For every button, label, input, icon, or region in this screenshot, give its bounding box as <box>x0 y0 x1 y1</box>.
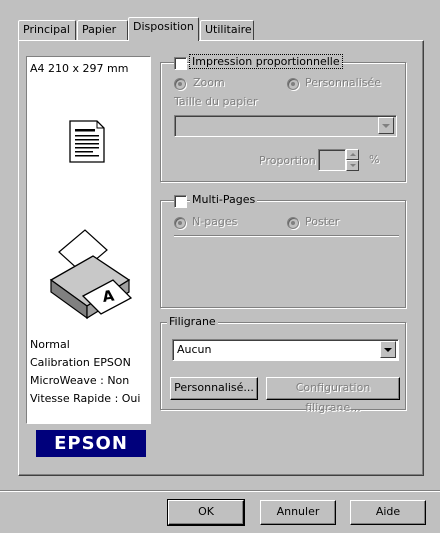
radio-poster[interactable] <box>287 217 299 229</box>
spin-up-button[interactable] <box>346 149 359 160</box>
tab-label: Utilitaire <box>205 23 252 36</box>
preview-panel: A4 210 x 297 mm A Normal Calibration EPS… <box>26 56 151 424</box>
radio-npages[interactable] <box>174 217 186 229</box>
paper-size-label: Taille du papier <box>174 95 258 108</box>
chevron-down-icon <box>382 123 390 128</box>
page-layout-icon <box>69 120 105 163</box>
multipages-checkbox-label[interactable]: Multi-Pages <box>190 193 258 206</box>
proportion-spinner[interactable] <box>346 149 359 171</box>
setting-calibration: Calibration EPSON <box>30 356 131 369</box>
button-label: Annuler <box>276 505 320 518</box>
watermark-group-label: Filigrane <box>167 315 218 328</box>
button-label: OK <box>198 505 214 518</box>
multipages-divider <box>174 235 399 237</box>
paper-size-select[interactable] <box>174 115 397 137</box>
watermark-select[interactable]: Aucun <box>172 339 399 361</box>
proportion-input[interactable] <box>318 149 346 171</box>
bottom-divider <box>0 490 440 492</box>
proportion-unit: % <box>369 153 380 166</box>
help-button[interactable]: Aide <box>350 500 426 525</box>
spin-down-button[interactable] <box>346 160 359 171</box>
paper-size-text: A4 210 x 297 mm <box>30 62 129 75</box>
proportional-checkbox[interactable] <box>174 57 187 70</box>
radio-npages-label: N-pages <box>192 215 238 228</box>
radio-zoom-label: Zoom <box>193 76 225 89</box>
arrow-down-icon <box>349 164 356 167</box>
watermark-custom-button[interactable]: Personnalisé... <box>170 377 258 400</box>
button-label: Configuration filigrane... <box>295 381 371 414</box>
paper-size-dropdown-button[interactable] <box>378 117 394 134</box>
epson-logo: EPSON <box>36 430 146 457</box>
settings-summary: Normal Calibration EPSON MicroWeave : No… <box>30 336 140 408</box>
watermark-config-button[interactable]: Configuration filigrane... <box>266 377 400 414</box>
proportional-checkbox-label[interactable]: Impression proportionnelle <box>189 54 343 69</box>
tab-disposition[interactable]: Disposition <box>128 17 199 41</box>
radio-zoom[interactable] <box>174 78 186 90</box>
printer-icon: A <box>49 229 133 320</box>
setting-quality: Normal <box>30 338 70 351</box>
radio-custom-label: Personnalisée <box>305 76 382 89</box>
tab-utilitaire[interactable]: Utilitaire <box>200 20 254 40</box>
watermark-dropdown-button[interactable] <box>380 341 396 358</box>
setting-microweave: MicroWeave : Non <box>30 374 130 387</box>
button-label: Personnalisé... <box>174 381 254 394</box>
tab-label: Disposition <box>133 20 194 33</box>
setting-speed: Vitesse Rapide : Oui <box>30 392 141 405</box>
tab-papier[interactable]: Papier <box>77 20 128 40</box>
tab-label: Principal <box>23 23 70 36</box>
radio-custom[interactable] <box>287 78 299 90</box>
button-label: Aide <box>375 505 401 518</box>
tab-principal[interactable]: Principal <box>18 20 76 40</box>
proportion-label: Proportion <box>259 154 316 167</box>
ok-button[interactable]: OK <box>167 499 245 526</box>
chevron-down-icon <box>384 347 392 352</box>
tab-label: Papier <box>82 23 117 36</box>
cancel-button[interactable]: Annuler <box>260 500 336 525</box>
watermark-value: Aucun <box>177 343 212 356</box>
radio-poster-label: Poster <box>305 215 340 228</box>
multipages-checkbox[interactable] <box>174 195 187 208</box>
arrow-up-icon <box>349 153 356 156</box>
